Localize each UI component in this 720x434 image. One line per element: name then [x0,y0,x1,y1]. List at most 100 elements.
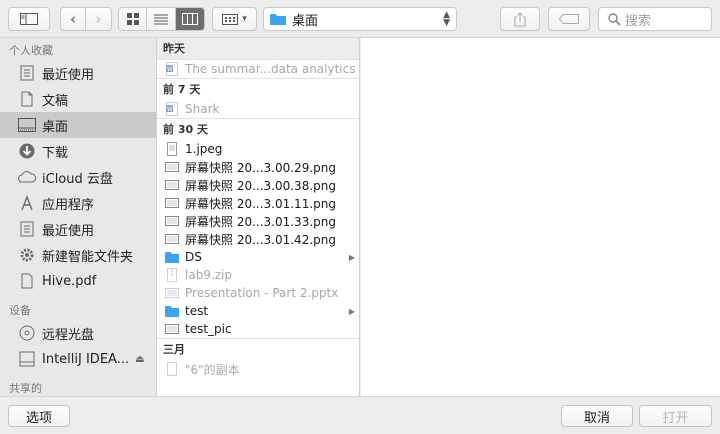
list-view-button[interactable] [147,8,176,30]
sidebar-item-label: 应用程序 [42,197,95,213]
documents-icon [17,90,37,108]
preview-pane [361,38,720,396]
sidebar-item[interactable]: 最近使用 [0,60,156,86]
sidebar-item[interactable]: iCloud 云盘 [0,164,156,190]
toolbar: ‹ › ▾ 桌面 ▲ ▼ 搜索 [0,0,720,38]
file-row[interactable]: lab9.zip [157,266,359,284]
cloud-icon [17,168,37,186]
column-view-button[interactable] [175,8,204,30]
sidebar-item[interactable]: 桌面 [0,112,156,138]
file-name: The summar...data analytics [185,62,356,76]
file-row[interactable]: W Shark [157,100,359,118]
sidebar-item[interactable]: 最近使用 [0,216,156,242]
sidebar-item[interactable]: 新建智能文件夹 [0,242,156,268]
sidebar-item[interactable]: IntelliJ IDEA... ⏏ [0,346,156,372]
file-name: Presentation - Part 2.pptx [185,286,339,300]
file-row[interactable]: W The summar...data analytics [157,60,359,78]
gear-icon [17,246,37,264]
folder-icon [165,250,179,264]
sidebar-toggle-button[interactable] [8,7,50,31]
screenshot-icon [165,160,179,174]
sidebar-item-label: Hive.pdf [42,273,97,289]
search-icon [608,13,621,26]
sidebar-section-title: 共享的 [9,382,42,395]
disclosure-arrow-icon: ▶ [348,252,355,262]
drive-icon [17,350,37,368]
file-row[interactable]: 1.jpeg [157,140,359,158]
tag-icon [559,14,579,24]
chevron-left-icon: ‹ [70,10,76,28]
sidebar-icon [20,13,38,25]
share-button[interactable] [500,7,540,31]
file-name: test [185,304,209,318]
chevron-down-icon: ▾ [242,14,247,24]
cancel-button[interactable]: 取消 [561,405,633,427]
sidebar-item-label: IntelliJ IDEA... [42,351,130,367]
screenshot-icon [165,178,179,192]
group-header: 三月 [157,338,359,360]
group-header: 昨天 [157,38,359,60]
updown-chevron-icon: ▲ ▼ [443,10,450,28]
nav-buttons: ‹ › [60,7,112,31]
search-field[interactable]: 搜索 [598,7,712,31]
sidebar-item-label: 最近使用 [42,223,95,239]
file-column: 昨天 W The summar...data analytics 前 7 天 W Shar… [156,38,360,396]
file-row[interactable]: 屏幕快照 20...3.01.42.png [157,230,359,248]
sidebar-section-title: 设备 [9,304,31,317]
sidebar-item[interactable]: 应用程序 [0,190,156,216]
file-row[interactable]: Presentation - Part 2.pptx [157,284,359,302]
sidebar-item-label: 桌面 [42,119,69,135]
file-name: 屏幕快照 20...3.01.33.png [185,214,336,229]
forward-button[interactable]: › [86,8,111,30]
file-name: 屏幕快照 20...3.00.29.png [185,160,336,175]
file-name: lab9.zip [185,268,233,282]
file-row[interactable]: 屏幕快照 20...3.00.29.png [157,158,359,176]
screenshot-icon [165,232,179,246]
sidebar-item[interactable]: 文稿 [0,86,156,112]
svg-text:W: W [167,66,173,73]
open-button[interactable]: 打开 [639,405,712,427]
pptx-icon [165,286,179,300]
recent-icon [17,64,37,82]
file-row[interactable]: DS ▶ [157,248,359,266]
word-doc-icon: W [165,102,179,116]
back-button[interactable]: ‹ [61,8,87,30]
applications-icon [17,194,37,212]
file-row[interactable]: 屏幕快照 20...3.01.33.png [157,212,359,230]
tag-button[interactable] [548,7,590,31]
file-name: Shark [185,102,220,116]
file-row[interactable]: 屏幕快照 20...3.01.11.png [157,194,359,212]
bottom-bar: 选项 取消 打开 [0,396,720,434]
sidebar-item[interactable]: 远程光盘 [0,320,156,346]
file-icon [165,362,179,376]
columns-icon [181,13,198,25]
group-header: 前 30 天 [157,118,359,140]
search-placeholder: 搜索 [625,13,652,29]
file-row[interactable]: test_pic [157,320,359,338]
path-popup[interactable]: 桌面 ▲ ▼ [263,7,457,31]
sidebar-item-label: 新建智能文件夹 [42,249,134,265]
image-file-icon [165,142,179,156]
file-row[interactable]: 屏幕快照 20...3.00.38.png [157,176,359,194]
group-by-button[interactable]: ▾ [212,7,257,31]
zip-icon [165,268,179,282]
group-header: 前 7 天 [157,78,359,100]
sidebar-section-title: 个人收藏 [9,44,53,57]
disc-icon [17,324,37,342]
disclosure-arrow-icon: ▶ [348,306,355,316]
sidebar-item-label: 下载 [42,145,69,161]
icon-view-button[interactable] [119,8,148,30]
file-row[interactable]: test ▶ [157,302,359,320]
grid-icon [126,13,139,25]
options-button[interactable]: 选项 [8,405,70,427]
file-name: 屏幕快照 20...3.01.11.png [185,196,336,211]
sidebar-item[interactable]: Hive.pdf [0,268,156,294]
eject-icon[interactable]: ⏏ [135,354,144,365]
list-icon [154,14,169,24]
folder-icon [270,13,286,25]
file-row[interactable]: "6"的副本 [157,360,359,378]
screenshot-icon [165,322,179,336]
sidebar-item[interactable]: 下载 [0,138,156,164]
file-name: 屏幕快照 20...3.01.42.png [185,232,336,247]
chevron-right-icon: › [95,10,102,28]
